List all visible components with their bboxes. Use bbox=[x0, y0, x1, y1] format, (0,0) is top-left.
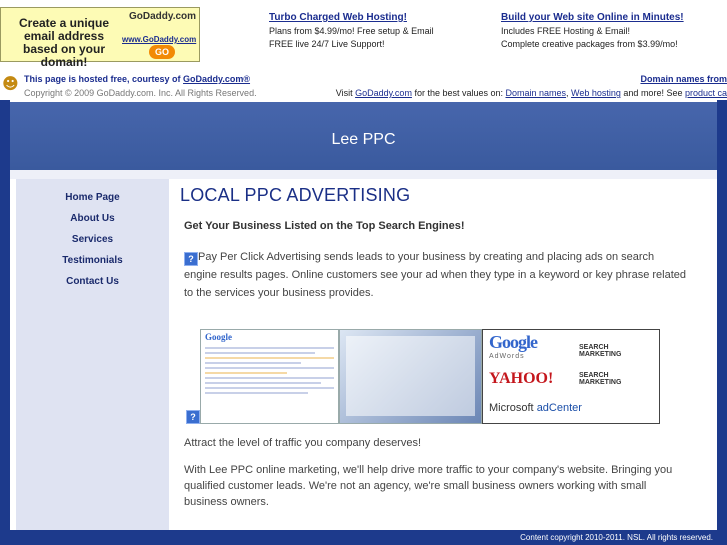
page-subtitle: Get Your Business Listed on the Top Sear… bbox=[184, 220, 465, 232]
traffic-text: Attract the level of traffic you company… bbox=[184, 437, 422, 449]
ad-left-text: Create a unique email address based on y… bbox=[18, 16, 110, 69]
nav-contact[interactable]: Contact Us bbox=[16, 271, 169, 292]
site-title: Lee PPC bbox=[331, 131, 396, 148]
google-results-screenshot: Google bbox=[200, 329, 339, 424]
result-line bbox=[205, 387, 334, 389]
domain-names-link-2[interactable]: Domain names bbox=[506, 88, 567, 98]
adcenter-text: adCenter bbox=[536, 402, 582, 414]
ad-column-1: Turbo Charged Web Hosting! Plans from $4… bbox=[269, 11, 434, 51]
ad-banner: Create a unique email address based on y… bbox=[0, 0, 727, 70]
screenshot-panel bbox=[346, 336, 475, 416]
search-page-screenshot bbox=[339, 329, 482, 424]
ad-text: Includes FREE Hosting & Email! bbox=[501, 26, 631, 36]
godaddy-link[interactable]: GoDaddy.com® bbox=[183, 74, 250, 84]
nav-menu: Home Page About Us Services Testimonials… bbox=[16, 187, 169, 292]
godaddy-mascot-icon: ☻ bbox=[2, 74, 19, 93]
ad-text: FREE live 24/7 Live Support! bbox=[269, 39, 385, 49]
web-hosting-link[interactable]: Web hosting bbox=[571, 88, 621, 98]
godaddy-ad[interactable]: Create a unique email address based on y… bbox=[0, 7, 200, 69]
intro-text: Pay Per Click Advertising sends leads to… bbox=[184, 251, 686, 299]
header-divider bbox=[10, 170, 717, 179]
ad-url[interactable]: www.GoDaddy.com bbox=[122, 35, 196, 44]
nav-about[interactable]: About Us bbox=[16, 208, 169, 229]
sidebar: Home Page About Us Services Testimonials… bbox=[16, 179, 169, 530]
microsoft-adcenter-logo: Microsoft adCenter bbox=[489, 402, 582, 414]
google-logo: Google bbox=[489, 332, 538, 352]
closing-paragraph: With Lee PPC online marketing, we'll hel… bbox=[184, 464, 673, 508]
microsoft-text: Microsoft bbox=[489, 402, 534, 414]
intro-paragraph: ? Pay Per Click Advertising sends leads t… bbox=[184, 248, 689, 302]
yahoo-sub-label: SEARCH MARKETING bbox=[579, 344, 622, 358]
ad-link-website[interactable]: Build your Web site Online in Minutes! bbox=[501, 11, 684, 25]
site-header: Lee PPC bbox=[10, 102, 717, 170]
yahoo-search-marketing: SEARCH MARKETING bbox=[579, 372, 622, 386]
godaddy-link-2[interactable]: GoDaddy.com bbox=[355, 88, 412, 98]
broken-image-icon: ? bbox=[184, 252, 198, 266]
product-catalog-link[interactable]: product ca bbox=[685, 88, 727, 98]
hosted-notice: This page is hosted free, courtesy of Go… bbox=[24, 72, 250, 86]
godaddy-logo: GoDaddy.com bbox=[129, 11, 197, 22]
main-content: LOCAL PPC ADVERTISING Get Your Business … bbox=[170, 179, 700, 530]
result-line bbox=[205, 347, 334, 349]
result-line bbox=[205, 372, 288, 374]
see-text: and more! See bbox=[620, 88, 685, 98]
adwords-text: AdWords bbox=[489, 353, 525, 360]
search-engine-logos: Google AdWords SEARCH MARKETING YAHOO! S… bbox=[482, 329, 660, 424]
yahoo-logo: YAHOO! bbox=[489, 370, 554, 387]
hosting-bar: ☻ This page is hosted free, courtesy of … bbox=[0, 70, 727, 100]
footer-copyright: Content copyright 2010-2011. NSL. All ri… bbox=[520, 533, 713, 542]
visit-godaddy-text: Visit GoDaddy.com for the best values on… bbox=[336, 86, 727, 100]
footer: Content copyright 2010-2011. NSL. All ri… bbox=[0, 530, 727, 545]
result-line bbox=[205, 362, 301, 364]
google-mini-logo: Google bbox=[205, 332, 232, 342]
ad-column-2: Build your Web site Online in Minutes! I… bbox=[501, 11, 684, 51]
hosted-text: This page is hosted free, courtesy of bbox=[24, 74, 184, 84]
result-line bbox=[205, 352, 315, 354]
nav-home[interactable]: Home Page bbox=[16, 187, 169, 208]
values-text: for the best values on: bbox=[411, 88, 506, 98]
result-line bbox=[205, 367, 334, 369]
google-adwords-logo: Google AdWords bbox=[489, 332, 538, 360]
ad-text: Plans from $4.99/mo! Free setup & Email bbox=[269, 26, 434, 36]
ad-text: Complete creative packages from $3.99/mo… bbox=[501, 39, 678, 49]
broken-image-icon: ? bbox=[186, 410, 200, 424]
ad-link-hosting[interactable]: Turbo Charged Web Hosting! bbox=[269, 11, 434, 25]
godaddy-copyright: Copyright © 2009 GoDaddy.com. Inc. All R… bbox=[24, 88, 257, 98]
page-title: LOCAL PPC ADVERTISING bbox=[180, 185, 411, 205]
result-line bbox=[205, 357, 334, 359]
result-line bbox=[205, 392, 308, 394]
go-button[interactable]: GO bbox=[149, 45, 175, 59]
domain-names-link[interactable]: Domain names from bbox=[640, 74, 727, 84]
result-line bbox=[205, 382, 322, 384]
nav-testimonials[interactable]: Testimonials bbox=[16, 250, 169, 271]
result-line bbox=[205, 377, 334, 379]
nav-services[interactable]: Services bbox=[16, 229, 169, 250]
domain-names-promo: Domain names from bbox=[640, 72, 727, 86]
visit-text: Visit bbox=[335, 88, 356, 98]
